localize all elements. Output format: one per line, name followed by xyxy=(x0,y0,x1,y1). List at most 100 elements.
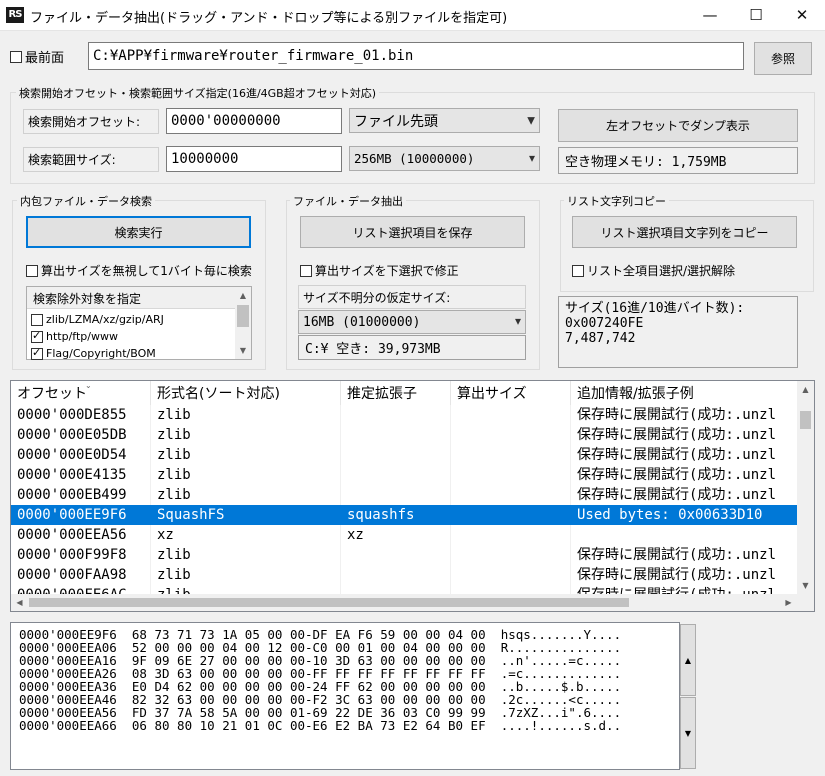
table-row-selected[interactable]: 0000'000EE9F6 SquashFS squashfs Used byt… xyxy=(11,505,797,525)
save-selected-button[interactable]: リスト選択項目を保存 xyxy=(300,216,525,248)
cell-info: 保存時に展開試行(成功:.unzl xyxy=(577,487,777,503)
cell-ext xyxy=(341,425,451,445)
scroll-thumb[interactable] xyxy=(237,305,249,327)
hex-scroll-up-button[interactable]: ▲ xyxy=(680,624,696,696)
column-header-info[interactable]: 追加情報/拡張子例 xyxy=(571,381,797,405)
table-row[interactable]: 0000'000E0D54 zlib 保存時に展開試行(成功:.unzl xyxy=(11,445,797,465)
table-row[interactable]: 0000'000FAA98 zlib 保存時に展開試行(成功:.unzl xyxy=(11,565,797,585)
scroll-thumb[interactable] xyxy=(29,598,629,607)
results-list[interactable]: オフセット ⌄ 形式名(ソート対応) 推定拡張子 算出サイズ 追加情報/拡張子例… xyxy=(10,380,815,612)
cell-ext xyxy=(341,405,451,425)
search-execute-button[interactable]: 検索実行 xyxy=(26,216,251,248)
cell-info: Used bytes: 0x00633D10 xyxy=(577,507,763,523)
maximize-button[interactable]: ☐ xyxy=(733,0,779,31)
topmost-checkbox[interactable]: 最前面 xyxy=(10,47,64,66)
cell-format: zlib xyxy=(151,485,341,505)
cell-ext xyxy=(341,465,451,485)
table-row[interactable]: 0000'000F99F8 zlib 保存時に展開試行(成功:.unzl xyxy=(11,545,797,565)
size-info-box: サイズ(16進/10進バイト数): 0x007240FE 7,487,742 xyxy=(558,296,798,368)
scroll-thumb[interactable] xyxy=(800,411,811,429)
exclude-item[interactable]: http/ftp/www xyxy=(31,329,118,343)
hex-scroll-down-button[interactable]: ▼ xyxy=(680,697,696,769)
list-vertical-scrollbar[interactable]: ▲ ▼ xyxy=(797,381,814,594)
search-range-title: 検索開始オフセット・検索範囲サイズ指定(16進/4GB超オフセット対応) xyxy=(16,85,380,101)
file-path-input[interactable]: C:¥APP¥firmware¥router_firmware_01.bin xyxy=(88,42,744,70)
table-row[interactable]: 0000'000E05DB zlib 保存時に展開試行(成功:.unzl xyxy=(11,425,797,445)
assumed-size-value: 16MB (01000000) xyxy=(303,314,421,330)
exclude-item-label: Flag/Copyright/BOM xyxy=(46,347,156,360)
cell-size xyxy=(451,465,571,485)
scroll-corner xyxy=(797,594,814,611)
cell-ext xyxy=(341,565,451,585)
column-header-offset[interactable]: オフセット xyxy=(11,381,151,405)
range-size-label: 検索範囲サイズ: xyxy=(23,147,159,172)
cell-size xyxy=(451,425,571,445)
cell-format: zlib xyxy=(151,565,341,585)
exclude-scrollbar[interactable]: ▲ ▼ xyxy=(235,287,251,359)
scroll-up-icon[interactable]: ▲ xyxy=(797,381,814,398)
extract-title: ファイル・データ抽出 xyxy=(290,193,406,209)
window-title: ファイル・データ抽出(ドラッグ・アンド・ドロップ等による別ファイルを指定可) xyxy=(30,11,508,26)
cell-info: 保存時に展開試行(成功:.unzl xyxy=(577,547,777,563)
cell-offset: 0000'000E0D54 xyxy=(11,445,151,465)
cell-size xyxy=(451,405,571,425)
scroll-down-icon[interactable]: ▼ xyxy=(235,342,251,359)
table-row[interactable]: 0000'000DE855 zlib 保存時に展開試行(成功:.unzl xyxy=(11,405,797,425)
column-header-ext[interactable]: 推定拡張子 xyxy=(341,381,451,405)
hex-bytes: 06 80 80 10 21 01 0C 00-E6 E2 BA 73 E2 6… xyxy=(131,718,486,733)
column-ext-label: 推定拡張子 xyxy=(347,386,417,402)
cell-format: zlib xyxy=(151,445,341,465)
scroll-up-icon[interactable]: ▲ xyxy=(235,287,251,304)
table-row[interactable]: 0000'000EB499 zlib 保存時に展開試行(成功:.unzl xyxy=(11,485,797,505)
ignore-size-checkbox[interactable]: 算出サイズを無視して1バイト毎に検索 xyxy=(26,262,252,279)
minimize-button[interactable]: — xyxy=(687,0,733,31)
column-size-label: 算出サイズ xyxy=(457,386,527,402)
cell-offset: 0000'000FAA98 xyxy=(11,565,151,585)
copy-title: リスト文字列コピー xyxy=(564,193,669,209)
scroll-right-icon[interactable]: ▶ xyxy=(780,594,797,611)
exclude-item[interactable]: zlib/LZMA/xz/gzip/ARJ xyxy=(31,313,164,326)
column-header-size[interactable]: 算出サイズ xyxy=(451,381,571,405)
exclude-check-2[interactable] xyxy=(31,346,43,360)
dump-view-button[interactable]: 左オフセットでダンプ表示 xyxy=(558,109,798,142)
close-button[interactable]: ✕ xyxy=(779,0,825,31)
start-offset-input[interactable]: 0000'00000000 xyxy=(166,108,342,134)
range-size-value: 256MB (10000000) xyxy=(354,151,475,166)
cell-info xyxy=(571,525,797,545)
fix-size-checkbox[interactable]: 算出サイズを下選択で修正 xyxy=(300,262,459,279)
assumed-size-select[interactable]: 16MB (01000000) ▼ xyxy=(298,310,526,334)
cell-format: xz xyxy=(151,525,341,545)
copy-text-button[interactable]: リスト選択項目文字列をコピー xyxy=(572,216,797,248)
exclude-check-0[interactable] xyxy=(31,313,43,326)
exclude-list: 検索除外対象を指定 zlib/LZMA/xz/gzip/ARJ http/ftp… xyxy=(26,286,252,360)
topmost-check-box[interactable] xyxy=(10,50,22,63)
select-all-label: リスト全項目選択/選択解除 xyxy=(587,264,736,278)
browse-button[interactable]: 参照 xyxy=(754,42,812,75)
exclude-check-1[interactable] xyxy=(31,329,43,343)
cell-size xyxy=(451,565,571,585)
sort-indicator-icon: ⌄ xyxy=(85,381,92,390)
cell-ext xyxy=(341,485,451,505)
size-info-hex: 0x007240FE xyxy=(565,316,644,331)
scroll-left-icon[interactable]: ◀ xyxy=(11,594,28,611)
scroll-down-icon[interactable]: ▼ xyxy=(797,577,814,594)
exclude-item[interactable]: Flag/Copyright/BOM xyxy=(31,346,156,360)
cell-offset: 0000'000E4135 xyxy=(11,465,151,485)
range-size-input[interactable]: 10000000 xyxy=(166,146,342,172)
start-mode-select[interactable]: ファイル先頭 ▼ xyxy=(349,108,540,133)
column-header-format[interactable]: 形式名(ソート対応) xyxy=(151,381,341,405)
fix-size-check-box[interactable] xyxy=(300,264,312,277)
select-all-checkbox[interactable]: リスト全項目選択/選択解除 xyxy=(572,262,735,279)
range-size-select[interactable]: 256MB (10000000) ▼ xyxy=(349,146,540,171)
cell-info: 保存時に展開試行(成功:.unzl xyxy=(577,427,777,443)
hex-dump-pane[interactable]: 0000'000EE9F6 68 73 71 73 1A 05 00 00-DF… xyxy=(10,622,680,770)
list-horizontal-scrollbar[interactable]: ◀ ▶ xyxy=(11,594,797,611)
select-all-check-box[interactable] xyxy=(572,264,584,277)
cell-offset: 0000'000EEA56 xyxy=(11,525,151,545)
table-row[interactable]: 0000'000E4135 zlib 保存時に展開試行(成功:.unzl xyxy=(11,465,797,485)
table-row[interactable]: 0000'000EEA56 xz xz xyxy=(11,525,797,545)
column-format-label: 形式名(ソート対応) xyxy=(157,386,280,402)
ignore-size-check-box[interactable] xyxy=(26,264,38,277)
cell-format: SquashFS xyxy=(151,505,341,525)
ignore-size-label: 算出サイズを無視して1バイト毎に検索 xyxy=(41,264,252,278)
